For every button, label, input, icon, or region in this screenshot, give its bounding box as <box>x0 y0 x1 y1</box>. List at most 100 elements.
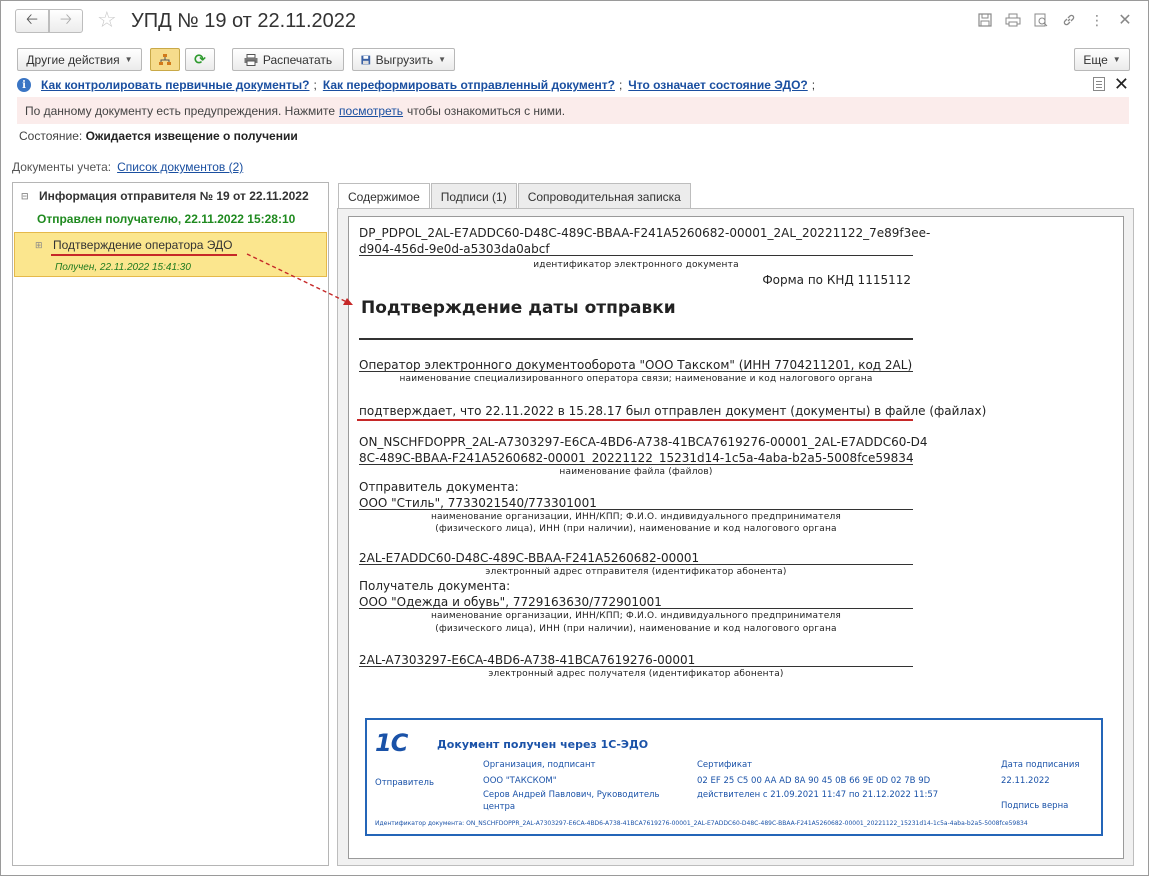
save-icon[interactable] <box>976 11 994 29</box>
stamp-date: 22.11.2022 <box>1001 776 1050 786</box>
tree-child-label: Подтверждение оператора ЭДО <box>51 238 236 256</box>
stamp-signer: Серов Андрей Павлович, Руководитель <box>483 790 660 800</box>
warning-text-end: чтобы ознакомиться с ними. <box>407 103 566 118</box>
tab-cover-note[interactable]: Сопроводительная записка <box>517 183 691 209</box>
tree-root-label: Информация отправителя № 19 от 22.11.202… <box>39 189 309 203</box>
confirms-text: подтверждает, что 22.11.2022 в 15.28.17 … <box>359 404 987 418</box>
help-link-control[interactable]: Как контролировать первичные документы? <box>41 78 310 92</box>
tree-child-row: ⊞ Подтверждение оператора ЭДО <box>35 238 236 256</box>
file-name-line1: ON_NSCHFDOPPR_2AL-A7303297-E6CA-4BD6-A73… <box>359 435 928 449</box>
stamp-verified: Подпись верна <box>1001 801 1069 811</box>
sender-value: ООО "Стиль", 7733021540/773301001 <box>359 496 597 510</box>
title-bar: 🡠 🡢 ☆ УПД № 19 от 22.11.2022 ⋮ ✕ <box>1 1 1148 43</box>
operator-caption: наименование специализированного операто… <box>399 374 873 384</box>
collapse-icon[interactable]: ⊟ <box>21 191 31 202</box>
favorite-star-icon[interactable]: ☆ <box>97 7 117 33</box>
caret-down-icon: ▼ <box>1112 55 1121 64</box>
status-row: Состояние: Ожидается извещение о получен… <box>19 129 298 143</box>
document-icon[interactable] <box>1093 77 1105 91</box>
print-button[interactable]: Распечатать <box>232 48 344 71</box>
accounting-docs-label: Документы учета: <box>12 160 112 174</box>
underline <box>359 255 913 256</box>
document-viewer[interactable]: DP_PDPOL_2AL-E7ADDC60-D48C-489C-BBAA-F24… <box>337 208 1134 866</box>
tree-sent-status: Отправлен получателю, 22.11.2022 15:28:1… <box>37 212 296 226</box>
stamp-role: Отправитель <box>375 778 434 788</box>
structure-button[interactable] <box>150 48 180 71</box>
stamp-cert: 02 EF 25 C5 00 AA AD 8A 90 45 0B 66 9E 0… <box>697 776 931 786</box>
stamp-signer-cont: центра <box>483 802 516 812</box>
document-tree: ⊟ Информация отправителя № 19 от 22.11.2… <box>12 182 329 866</box>
export-label: Выгрузить <box>375 52 434 67</box>
operator-text: Оператор электронного документооборота "… <box>359 358 913 372</box>
document-page: DP_PDPOL_2AL-E7ADDC60-D48C-489C-BBAA-F24… <box>348 216 1124 859</box>
refresh-button[interactable]: ⟳ <box>185 48 215 71</box>
other-actions-button[interactable]: Другие действия ▼ <box>17 48 142 71</box>
separator: ; <box>811 78 816 92</box>
link-icon[interactable] <box>1060 11 1078 29</box>
help-link-edo-state[interactable]: Что означает состояние ЭДО? <box>628 78 807 92</box>
tab-content[interactable]: Содержимое <box>338 183 430 210</box>
recipient-value: ООО "Одежда и обувь", 7729163630/7729010… <box>359 595 662 609</box>
toolbar: Другие действия ▼ ⟳ Распечатать Выгрузить… <box>17 48 1131 72</box>
document-id-line2: d904-456d-9e0d-a5303da0abcf <box>359 242 550 256</box>
document-id-line1: DP_PDPOL_2AL-E7ADDC60-D48C-489C-BBAA-F24… <box>359 226 931 240</box>
expand-icon[interactable]: ⊞ <box>35 240 45 251</box>
stamp-cert-valid: действителен с 21.09.2021 11:47 по 21.12… <box>697 790 939 800</box>
more-icon[interactable]: ⋮ <box>1088 11 1106 29</box>
underline <box>359 608 913 609</box>
preview-icon[interactable] <box>1032 11 1050 29</box>
tree-root-item[interactable]: ⊟ Информация отправителя № 19 от 22.11.2… <box>21 189 309 203</box>
forward-button[interactable]: 🡢 <box>49 9 83 33</box>
more-button[interactable]: Еще ▼ <box>1074 48 1130 71</box>
tree-child-item[interactable]: ⊞ Подтверждение оператора ЭДО Получен, 2… <box>14 232 327 277</box>
view-warnings-link[interactable]: посмотреть <box>339 104 403 118</box>
close-help-icon[interactable]: ✕ <box>1114 74 1129 95</box>
document-heading: Подтверждение даты отправки <box>361 298 676 318</box>
back-button[interactable]: 🡠 <box>15 9 49 33</box>
recipient-address-caption: электронный адрес получателя (идентифика… <box>488 669 784 679</box>
print-icon[interactable] <box>1004 11 1022 29</box>
recipient-label: Получатель документа: <box>359 579 511 593</box>
underline <box>359 371 913 372</box>
caret-down-icon: ▼ <box>124 55 133 64</box>
1c-logo: 1С <box>375 729 408 757</box>
window-title: УПД № 19 от 22.11.2022 <box>131 10 357 32</box>
warning-text: По данному документу есть предупреждения… <box>25 103 336 118</box>
sender-address-caption: электронный адрес отправителя (идентифик… <box>485 567 787 577</box>
close-icon[interactable]: ✕ <box>1116 11 1134 29</box>
help-link-reform[interactable]: Как переформировать отправленный докумен… <box>323 78 615 92</box>
back-arrow-icon: 🡠 <box>25 10 39 28</box>
underline <box>359 509 913 510</box>
form-code: Форма по КНД 1115112 <box>762 273 911 287</box>
stamp-col-cert: Сертификат <box>697 760 753 770</box>
document-id-caption: идентификатор электронного документа <box>533 260 739 270</box>
sender-caption-2: (физического лица), ИНН (при наличии), н… <box>435 524 837 534</box>
stamp-doc-id: Идентификатор документа: ON_NSCHFDOPPR_2… <box>375 820 1028 827</box>
underline <box>359 464 913 465</box>
file-name-line2: 8C-489C-BBAA-F241A5260682-00001_20221122… <box>359 451 914 465</box>
export-button[interactable]: Выгрузить ▼ <box>352 48 455 71</box>
tab-bar: Содержимое Подписи (1) Сопроводительная … <box>338 183 692 210</box>
tab-signatures[interactable]: Подписи (1) <box>430 183 517 209</box>
more-label: Еще <box>1083 52 1108 67</box>
stamp-col-org: Организация, подписант <box>483 760 596 770</box>
stamp-col-date: Дата подписания <box>1001 760 1080 770</box>
edo-stamp: 1С Документ получен через 1С-ЭДО Организ… <box>365 718 1103 836</box>
status-label: Состояние: <box>19 129 83 143</box>
status-value: Ожидается извещение о получении <box>85 129 298 143</box>
warning-banner: По данному документу есть предупреждения… <box>17 97 1129 124</box>
recipient-address: 2AL-A7303297-E6CA-4BD6-A738-41BCA7619276… <box>359 653 696 667</box>
sender-address: 2AL-E7ADDC60-D48C-489C-BBAA-F241A5260682… <box>359 551 700 565</box>
recipient-caption-1: наименование организации, ИНН/КПП; Ф.И.О… <box>430 611 842 621</box>
document-window: 🡠 🡢 ☆ УПД № 19 от 22.11.2022 ⋮ ✕ Другие … <box>0 0 1149 876</box>
documents-list-link[interactable]: Список документов (2) <box>117 160 243 174</box>
accounting-docs-row: Документы учета: Список документов (2) <box>12 160 243 174</box>
tree-received-status: Получен, 22.11.2022 15:41:30 <box>55 262 191 273</box>
underline <box>359 666 913 667</box>
help-links: i Как контролировать первичные документы… <box>17 74 1131 95</box>
structure-icon <box>159 53 171 65</box>
sender-caption-1: наименование организации, ИНН/КПП; Ф.И.О… <box>430 512 842 522</box>
window-actions: ⋮ ✕ <box>976 11 1134 29</box>
stamp-title: Документ получен через 1С-ЭДО <box>437 738 649 751</box>
separator: ; <box>313 78 317 92</box>
